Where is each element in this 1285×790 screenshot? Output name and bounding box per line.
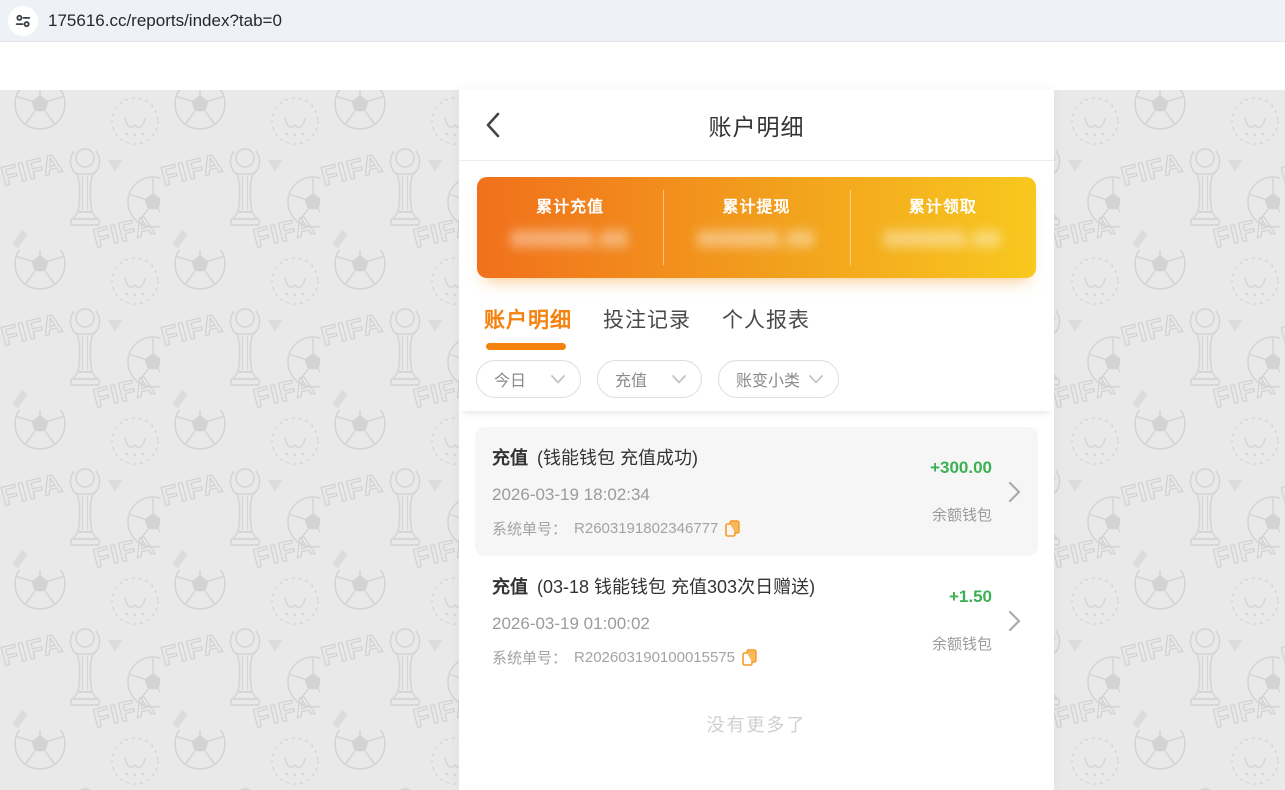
- page: 175616.cc/reports/index?tab=0 账户明细 累计充值 …: [0, 0, 1285, 790]
- record-row[interactable]: 充值 (03-18 钱能钱包 充值303次日赠送) 2026-03-19 01:…: [475, 556, 1038, 685]
- filter-date-label: 今日: [494, 373, 527, 390]
- chevron-left-icon: [486, 112, 500, 138]
- filter-subtype-dropdown[interactable]: 账变小类: [718, 360, 839, 398]
- stat-total-withdraw: 累计提现 888888.88: [663, 177, 849, 278]
- record-datetime: 2026-03-19 18:02:34: [492, 485, 650, 504]
- record-title: 充值 (03-18 钱能钱包 充值303次日赠送): [492, 573, 932, 599]
- summary-card: 累计充值 888888.88 累计提现 888888.88 累计领取 88888…: [477, 177, 1036, 278]
- record-order-row: 系统单号： R202603190100015575: [492, 647, 932, 668]
- copy-icon: [742, 649, 757, 666]
- browser-url-bar[interactable]: 175616.cc/reports/index?tab=0: [0, 0, 1285, 42]
- chevron-down-icon: [809, 374, 823, 383]
- stat-value-masked: 888888.88: [884, 228, 1002, 251]
- order-number: R2603191802346777: [574, 520, 719, 537]
- chevron-right-icon: [1008, 481, 1020, 502]
- copy-button[interactable]: [725, 520, 741, 537]
- order-label: 系统单号：: [492, 650, 568, 667]
- stat-value-masked: 888888.88: [697, 228, 816, 251]
- record-type: 充值: [492, 577, 528, 597]
- record-title: 充值 (钱能钱包 充值成功): [492, 444, 930, 470]
- chevron-down-icon: [551, 374, 565, 383]
- record-row[interactable]: 充值 (钱能钱包 充值成功) 2026-03-19 18:02:34 系统单号：…: [475, 427, 1038, 556]
- record-wallet: 余额钱包: [931, 507, 992, 524]
- tab-personal-report[interactable]: 个人报表: [722, 304, 810, 350]
- record-amount: +1.50: [948, 587, 992, 606]
- filter-subtype-label: 账变小类: [736, 373, 801, 390]
- filter-date-dropdown[interactable]: 今日: [476, 360, 581, 398]
- url-text[interactable]: 175616.cc/reports/index?tab=0: [48, 11, 282, 31]
- filter-bar: 今日 充值 账变小类: [459, 350, 1054, 411]
- record-amount: +300.00: [930, 458, 992, 477]
- order-label: 系统单号：: [492, 521, 568, 538]
- record-order-row: 系统单号： R2603191802346777: [492, 518, 930, 539]
- stat-total-deposit: 累计充值 888888.88: [477, 177, 663, 278]
- stat-total-claimed: 累计领取 888888.88: [849, 177, 1036, 278]
- tab-bar: 账户明细 投注记录 个人报表: [459, 304, 1054, 350]
- record-type: 充值: [492, 448, 528, 468]
- filter-type-label: 充值: [615, 373, 648, 390]
- copy-button[interactable]: [742, 649, 757, 666]
- tab-bet-records[interactable]: 投注记录: [603, 304, 691, 350]
- record-detail-arrow[interactable]: [1000, 481, 1028, 503]
- page-title: 账户明细: [708, 114, 805, 140]
- order-number: R202603190100015575: [574, 649, 736, 666]
- stat-value-masked: 888888.88: [511, 228, 629, 251]
- record-description: (03-18 钱能钱包 充值303次日赠送): [537, 577, 816, 597]
- chevron-down-icon: [672, 374, 686, 383]
- filter-type-dropdown[interactable]: 充值: [597, 360, 702, 398]
- stat-label: 累计领取: [908, 199, 977, 216]
- stat-label: 累计提现: [722, 199, 791, 216]
- site-settings-button[interactable]: [8, 5, 38, 36]
- record-datetime: 2026-03-19 01:00:02: [492, 614, 650, 633]
- record-description: (钱能钱包 充值成功): [537, 448, 698, 468]
- app-header: 账户明细: [459, 90, 1054, 161]
- record-list: 充值 (钱能钱包 充值成功) 2026-03-19 18:02:34 系统单号：…: [459, 411, 1054, 751]
- chevron-right-icon: [1008, 610, 1020, 631]
- back-button[interactable]: [485, 106, 513, 144]
- tune-icon: [15, 14, 31, 27]
- no-more-text: 没有更多了: [706, 715, 807, 735]
- tab-account-details[interactable]: 账户明细: [484, 304, 572, 350]
- record-wallet: 余额钱包: [931, 636, 992, 653]
- stat-label: 累计充值: [536, 199, 605, 216]
- copy-icon: [725, 520, 741, 537]
- record-detail-arrow[interactable]: [1000, 610, 1028, 632]
- app-content-panel: 账户明细 累计充值 888888.88 累计提现 888888.88 累计领取 …: [459, 90, 1054, 790]
